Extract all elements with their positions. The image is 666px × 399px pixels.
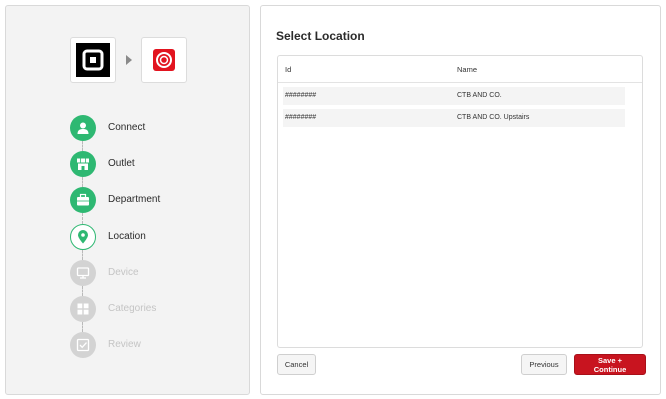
source-logo-card (70, 37, 116, 83)
step-location-label: Location (108, 231, 146, 242)
table-row[interactable]: ######## CTB AND CO. Upstairs (283, 109, 625, 127)
grid-icon (77, 303, 89, 315)
target-logo-icon (153, 49, 175, 71)
step-connector (82, 177, 83, 187)
step-connector (82, 286, 83, 296)
cell-id: ######## (285, 114, 317, 121)
step-department[interactable]: Department (70, 187, 240, 213)
step-location[interactable]: Location (70, 224, 240, 250)
step-categories-label: Categories (108, 303, 157, 314)
step-connect[interactable]: Connect (70, 115, 240, 141)
briefcase-icon (77, 193, 89, 206)
step-review-label: Review (108, 339, 141, 350)
person-icon (77, 122, 89, 134)
cell-name: CTB AND CO. Upstairs (457, 114, 530, 121)
step-categories-badge (70, 296, 96, 322)
target-logo-card (141, 37, 187, 83)
page-title: Select Location (276, 29, 365, 43)
arrow-right-icon (126, 55, 132, 65)
step-device-label: Device (108, 267, 139, 278)
step-location-badge (70, 224, 96, 250)
step-connector (82, 141, 83, 151)
step-connect-badge (70, 115, 96, 141)
location-pin-icon (78, 230, 88, 244)
step-review: Review (70, 332, 240, 358)
step-connector (82, 213, 83, 224)
table-header: Id Name (278, 56, 642, 83)
step-device: Device (70, 260, 240, 286)
step-outlet[interactable]: Outlet (70, 151, 240, 177)
step-connector (82, 250, 83, 260)
step-outlet-badge (70, 151, 96, 177)
step-department-label: Department (108, 194, 161, 205)
step-connect-label: Connect (108, 122, 146, 133)
cell-name: CTB AND CO. (457, 92, 502, 99)
step-device-badge (70, 260, 96, 286)
step-connector (82, 322, 83, 332)
checkbox-icon (76, 338, 90, 352)
column-header-name: Name (457, 65, 478, 74)
monitor-icon (76, 267, 90, 279)
wizard-sidebar: Connect Outlet Department Location Devic… (5, 5, 250, 395)
square-logo-icon (76, 43, 110, 77)
column-header-id: Id (285, 65, 292, 74)
main-panel: Select Location Id Name ######## CTB AND… (260, 5, 661, 395)
cancel-button[interactable]: Cancel (277, 354, 316, 375)
step-department-badge (70, 187, 96, 213)
store-icon (77, 158, 89, 170)
table-row[interactable]: ######## CTB AND CO. (283, 87, 625, 105)
step-categories: Categories (70, 296, 240, 322)
location-table: Id Name ######## CTB AND CO. ######## CT… (277, 55, 643, 348)
previous-button[interactable]: Previous (521, 354, 567, 375)
step-outlet-label: Outlet (108, 158, 135, 169)
save-continue-button[interactable]: Save + Continue (574, 354, 646, 375)
cell-id: ######## (285, 92, 317, 99)
step-review-badge (70, 332, 96, 358)
